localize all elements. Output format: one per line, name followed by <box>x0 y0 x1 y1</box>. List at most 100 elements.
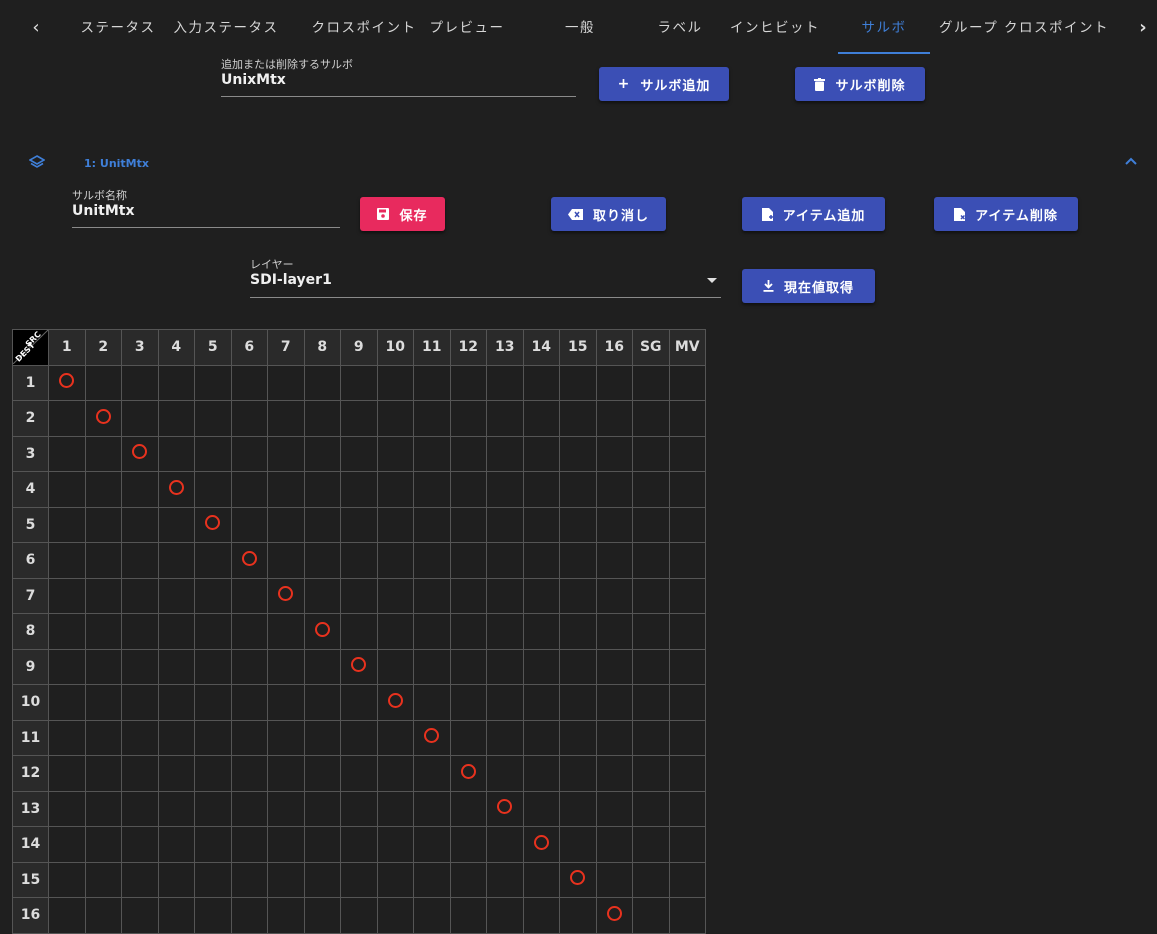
crosspoint-cell[interactable] <box>632 506 670 543</box>
crosspoint-cell[interactable] <box>267 826 305 863</box>
crosspoint-cell[interactable] <box>267 471 305 508</box>
crosspoint-cell[interactable] <box>595 471 633 508</box>
crosspoint-cell[interactable] <box>595 400 633 437</box>
crosspoint-cell[interactable] <box>559 826 597 863</box>
crosspoint-cell[interactable] <box>595 755 633 792</box>
crosspoint-cell[interactable] <box>48 719 86 756</box>
crosspoint-cell[interactable] <box>267 861 305 898</box>
crosspoint-cell[interactable] <box>121 542 159 579</box>
crosspoint-cell[interactable] <box>632 826 670 863</box>
crosspoint-cell[interactable] <box>559 861 597 898</box>
crosspoint-cell[interactable] <box>376 684 414 721</box>
crosspoint-cell[interactable] <box>121 577 159 614</box>
crosspoint-cell[interactable] <box>194 542 232 579</box>
crosspoint-cell[interactable] <box>486 684 524 721</box>
crosspoint-cell[interactable] <box>449 400 487 437</box>
crosspoint-cell[interactable] <box>48 506 86 543</box>
crosspoint-cell[interactable] <box>632 471 670 508</box>
crosspoint-cell[interactable] <box>632 542 670 579</box>
crosspoint-cell[interactable] <box>449 435 487 472</box>
dropdown-arrow-icon[interactable] <box>707 278 717 283</box>
crosspoint-cell[interactable] <box>559 400 597 437</box>
crosspoint-cell[interactable] <box>303 755 341 792</box>
crosspoint-cell[interactable] <box>84 364 122 401</box>
crosspoint-cell[interactable] <box>157 861 195 898</box>
crosspoint-cell[interactable] <box>632 648 670 685</box>
add-item-button[interactable]: アイテム追加 <box>742 197 885 231</box>
crosspoint-cell[interactable] <box>376 506 414 543</box>
crosspoint-cell[interactable] <box>303 861 341 898</box>
crosspoint-cell[interactable] <box>486 435 524 472</box>
crosspoint-cell[interactable] <box>522 542 560 579</box>
crosspoint-cell[interactable] <box>157 613 195 650</box>
crosspoint-cell[interactable] <box>194 471 232 508</box>
crosspoint-cell[interactable] <box>84 542 122 579</box>
crosspoint-cell[interactable] <box>632 897 670 934</box>
crosspoint-cell[interactable] <box>595 542 633 579</box>
crosspoint-cell[interactable] <box>157 897 195 934</box>
crosspoint-cell[interactable] <box>376 826 414 863</box>
tab-crosspoint[interactable]: クロスポイント <box>304 0 424 48</box>
crosspoint-cell[interactable] <box>157 790 195 827</box>
crosspoint-cell[interactable] <box>194 400 232 437</box>
crosspoint-cell[interactable] <box>121 719 159 756</box>
crosspoint-cell[interactable] <box>486 506 524 543</box>
crosspoint-cell[interactable] <box>48 826 86 863</box>
crosspoint-cell[interactable] <box>486 648 524 685</box>
crosspoint-cell[interactable] <box>303 613 341 650</box>
crosspoint-cell[interactable] <box>668 861 706 898</box>
crosspoint-cell[interactable] <box>595 364 633 401</box>
crosspoint-cell[interactable] <box>376 790 414 827</box>
crosspoint-cell[interactable] <box>230 400 268 437</box>
crosspoint-cell[interactable] <box>84 755 122 792</box>
crosspoint-cell[interactable] <box>267 613 305 650</box>
crosspoint-cell[interactable] <box>267 719 305 756</box>
crosspoint-cell[interactable] <box>48 613 86 650</box>
crosspoint-cell[interactable] <box>376 755 414 792</box>
crosspoint-cell[interactable] <box>413 542 451 579</box>
crosspoint-cell[interactable] <box>340 684 378 721</box>
add-salvo-button[interactable]: + サルボ追加 <box>599 67 729 101</box>
crosspoint-cell[interactable] <box>194 684 232 721</box>
crosspoint-cell[interactable] <box>559 577 597 614</box>
crosspoint-cell[interactable] <box>413 648 451 685</box>
crosspoint-cell[interactable] <box>668 435 706 472</box>
crosspoint-cell[interactable] <box>413 755 451 792</box>
crosspoint-cell[interactable] <box>522 577 560 614</box>
crosspoint-cell[interactable] <box>230 364 268 401</box>
crosspoint-cell[interactable] <box>595 719 633 756</box>
crosspoint-cell[interactable] <box>230 684 268 721</box>
crosspoint-cell[interactable] <box>413 577 451 614</box>
crosspoint-cell[interactable] <box>559 719 597 756</box>
crosspoint-cell[interactable] <box>157 506 195 543</box>
tab-label[interactable]: ラベル <box>640 0 720 48</box>
crosspoint-cell[interactable] <box>230 542 268 579</box>
crosspoint-cell[interactable] <box>121 435 159 472</box>
crosspoint-cell[interactable] <box>632 364 670 401</box>
crosspoint-cell[interactable] <box>559 506 597 543</box>
crosspoint-cell[interactable] <box>121 506 159 543</box>
crosspoint-cell[interactable] <box>121 790 159 827</box>
tab-general[interactable]: 一般 <box>540 0 620 48</box>
crosspoint-cell[interactable] <box>449 648 487 685</box>
crosspoint-cell[interactable] <box>668 364 706 401</box>
crosspoint-cell[interactable] <box>194 719 232 756</box>
chevron-right-icon[interactable]: › <box>1129 14 1157 42</box>
salvo-select-field[interactable]: 追加または削除するサルボ UnixMtx <box>221 56 576 97</box>
crosspoint-cell[interactable] <box>303 897 341 934</box>
crosspoint-cell[interactable] <box>267 684 305 721</box>
delete-salvo-button[interactable]: サルボ削除 <box>795 67 925 101</box>
tab-preview[interactable]: プレビュー <box>412 0 522 48</box>
crosspoint-cell[interactable] <box>449 613 487 650</box>
crosspoint-cell[interactable] <box>376 861 414 898</box>
crosspoint-cell[interactable] <box>157 719 195 756</box>
crosspoint-cell[interactable] <box>632 684 670 721</box>
crosspoint-cell[interactable] <box>486 861 524 898</box>
crosspoint-cell[interactable] <box>413 861 451 898</box>
crosspoint-cell[interactable] <box>522 719 560 756</box>
crosspoint-cell[interactable] <box>376 435 414 472</box>
crosspoint-cell[interactable] <box>668 684 706 721</box>
crosspoint-cell[interactable] <box>668 613 706 650</box>
crosspoint-cell[interactable] <box>486 471 524 508</box>
crosspoint-cell[interactable] <box>157 400 195 437</box>
